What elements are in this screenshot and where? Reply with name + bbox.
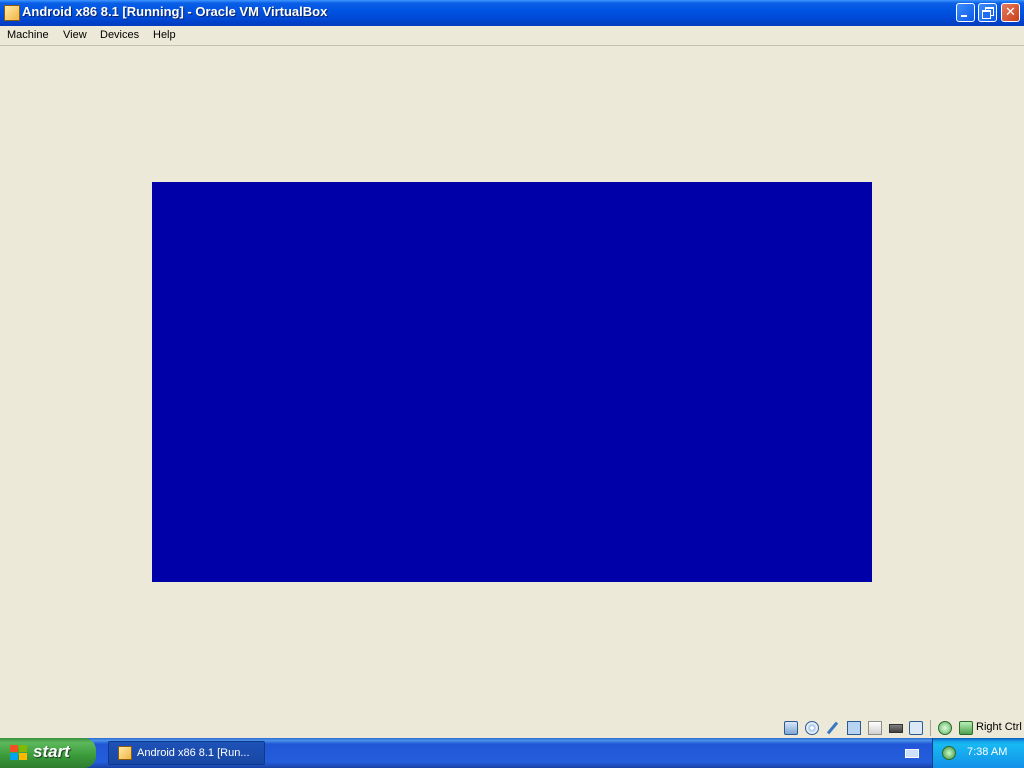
menu-help[interactable]: Help (153, 29, 176, 41)
windows-logo-icon (10, 745, 28, 761)
keyboard-icon[interactable] (905, 749, 919, 758)
start-button[interactable]: start (0, 738, 96, 768)
status-bar: Right Ctrl (0, 718, 1024, 738)
display-icon[interactable] (889, 724, 903, 733)
restore-button[interactable] (978, 3, 997, 22)
start-label: start (33, 742, 70, 761)
taskbar-item-label: Android x86 8.1 [Run... (137, 747, 250, 759)
close-icon: ✕ (1005, 5, 1016, 20)
menu-bar: Machine View Devices Help (0, 26, 1024, 46)
optical-drive-icon[interactable] (805, 721, 819, 735)
menu-view[interactable]: View (63, 29, 87, 41)
close-button[interactable]: ✕ (1001, 3, 1020, 22)
pen-icon[interactable] (826, 721, 840, 735)
taskbar: start Android x86 8.1 [Run... 7:38 AM (0, 738, 1024, 768)
restore-icon-back (982, 10, 991, 19)
vm-display[interactable] (152, 182, 872, 582)
title-bar[interactable]: Android x86 8.1 [Running] - Oracle VM Vi… (0, 0, 1024, 26)
minimize-icon (961, 15, 967, 17)
system-tray: 7:38 AM (932, 738, 1024, 768)
virtualbox-icon (118, 746, 132, 760)
menu-devices[interactable]: Devices (100, 29, 139, 41)
virtualbox-tray-icon[interactable] (942, 746, 956, 760)
virtualbox-icon[interactable] (4, 5, 20, 21)
minimize-button[interactable] (956, 3, 975, 22)
host-key-label[interactable]: Right Ctrl (976, 721, 1022, 733)
shared-folder-icon[interactable] (868, 721, 882, 735)
menu-machine[interactable]: Machine (7, 29, 49, 41)
hard-disk-icon[interactable] (784, 721, 798, 735)
taskbar-item-virtualbox[interactable]: Android x86 8.1 [Run... (108, 741, 265, 765)
clock[interactable]: 7:38 AM (967, 746, 1007, 758)
status-separator (930, 720, 931, 736)
usb-icon[interactable] (909, 721, 923, 735)
window-title: Android x86 8.1 [Running] - Oracle VM Vi… (22, 4, 328, 19)
network-icon[interactable] (847, 721, 861, 735)
keyboard-capture-icon[interactable] (959, 721, 973, 735)
mouse-integration-icon[interactable] (938, 721, 952, 735)
